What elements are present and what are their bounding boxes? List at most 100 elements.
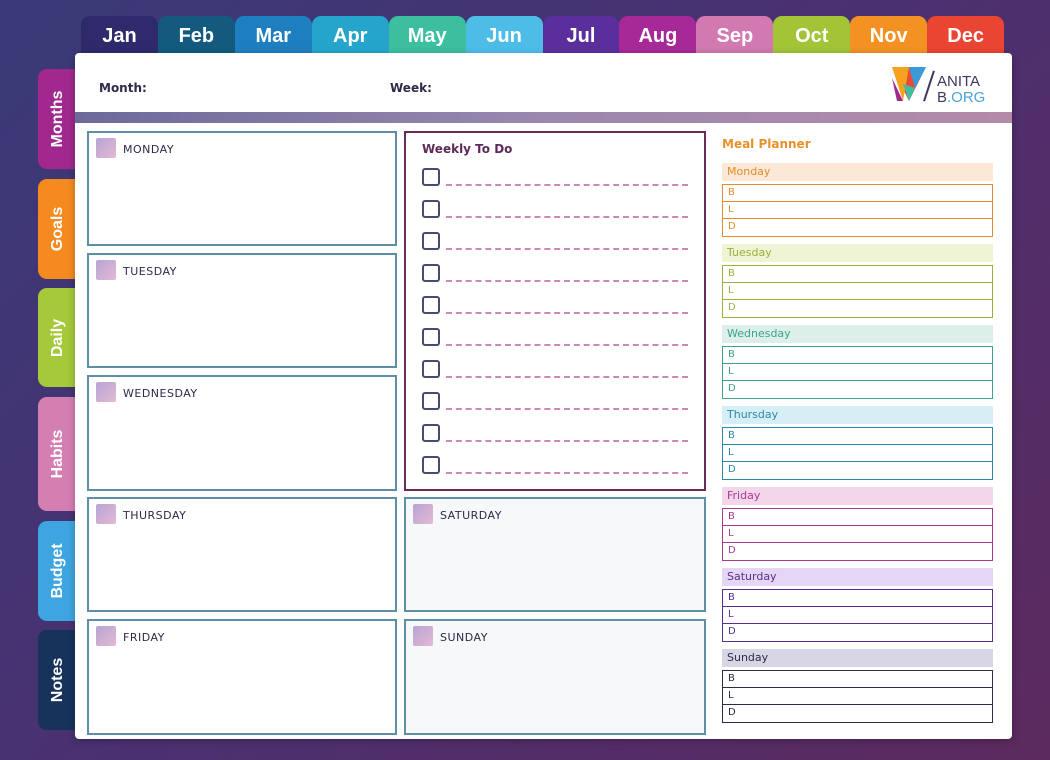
todo-checkbox[interactable] xyxy=(422,200,440,218)
logo-mark-icon xyxy=(892,67,926,101)
todo-item xyxy=(422,200,688,220)
day-label: MONDAY xyxy=(123,143,175,156)
day-box-saturday[interactable]: SATURDAY xyxy=(404,497,706,612)
todo-line[interactable] xyxy=(446,408,688,410)
day-checkbox[interactable] xyxy=(96,504,116,524)
meal-row[interactable]: B xyxy=(723,509,992,526)
todo-checkbox[interactable] xyxy=(422,264,440,282)
meal-rows: BLD xyxy=(722,346,993,399)
meal-label: D xyxy=(728,626,736,637)
todo-item xyxy=(422,296,688,316)
tab-aug[interactable]: Aug xyxy=(619,16,697,56)
tab-jan[interactable]: Jan xyxy=(81,16,158,56)
meal-row[interactable]: D xyxy=(723,705,992,722)
day-checkbox[interactable] xyxy=(96,260,116,280)
todo-checkbox[interactable] xyxy=(422,232,440,250)
tab-apr[interactable]: Apr xyxy=(311,16,389,56)
todo-checkbox[interactable] xyxy=(422,360,440,378)
meal-day-wednesday: Wednesday B L D xyxy=(722,325,993,399)
todo-checkbox[interactable] xyxy=(422,424,440,442)
day-checkbox[interactable] xyxy=(413,504,433,524)
day-box-wednesday[interactable]: WEDNESDAY xyxy=(87,375,397,491)
day-box-sunday[interactable]: SUNDAY xyxy=(404,619,706,735)
tab-dec[interactable]: Dec xyxy=(927,16,1005,56)
meal-row[interactable]: L xyxy=(723,364,992,381)
meal-label: D xyxy=(728,707,736,718)
day-box-friday[interactable]: FRIDAY xyxy=(87,619,397,735)
meal-row[interactable]: D xyxy=(723,381,992,398)
todo-checkbox[interactable] xyxy=(422,456,440,474)
todo-line[interactable] xyxy=(446,184,688,186)
tab-may[interactable]: May xyxy=(388,16,466,56)
side-tab-daily[interactable]: Daily xyxy=(38,288,78,387)
meal-row[interactable]: D xyxy=(723,462,992,479)
meal-rows: BLD xyxy=(722,184,993,237)
tab-mar[interactable]: Mar xyxy=(234,16,312,56)
todo-line[interactable] xyxy=(446,376,688,378)
meal-row[interactable]: L xyxy=(723,607,992,624)
meal-row[interactable]: D xyxy=(723,219,992,236)
todo-line[interactable] xyxy=(446,248,688,250)
day-checkbox[interactable] xyxy=(96,382,116,402)
day-box-thursday[interactable]: THURSDAY xyxy=(87,497,397,612)
meal-row[interactable]: D xyxy=(723,300,992,317)
meal-day-monday: Monday B L D xyxy=(722,163,993,237)
meal-row[interactable]: B xyxy=(723,428,992,445)
day-checkbox[interactable] xyxy=(96,138,116,158)
meal-row[interactable]: D xyxy=(723,543,992,560)
meal-row[interactable]: B xyxy=(723,266,992,283)
todo-line[interactable] xyxy=(446,216,688,218)
meal-row[interactable]: L xyxy=(723,202,992,219)
todo-line[interactable] xyxy=(446,312,688,314)
meal-rows: BLD xyxy=(722,589,993,642)
side-tab-label: Months xyxy=(49,90,66,148)
tab-oct[interactable]: Oct xyxy=(773,16,851,56)
day-checkbox[interactable] xyxy=(413,626,433,646)
meal-day-label: Thursday xyxy=(722,406,993,424)
side-tab-goals[interactable]: Goals xyxy=(38,179,78,279)
meal-row[interactable]: B xyxy=(723,347,992,364)
meal-row[interactable]: B xyxy=(723,671,992,688)
todo-item xyxy=(422,264,688,284)
tab-jun[interactable]: Jun xyxy=(465,16,543,56)
meal-row[interactable]: B xyxy=(723,590,992,607)
meal-label: L xyxy=(728,447,734,458)
day-box-monday[interactable]: MONDAY xyxy=(87,131,397,246)
meal-row[interactable]: B xyxy=(723,185,992,202)
week-label: Week: xyxy=(390,81,432,95)
side-tab-label: Daily xyxy=(49,318,66,357)
todo-checkbox[interactable] xyxy=(422,328,440,346)
todo-line[interactable] xyxy=(446,344,688,346)
day-box-tuesday[interactable]: TUESDAY xyxy=(87,253,397,368)
todo-line[interactable] xyxy=(446,280,688,282)
meal-label: L xyxy=(728,690,734,701)
todo-line[interactable] xyxy=(446,440,688,442)
meal-row[interactable]: L xyxy=(723,283,992,300)
tab-nov[interactable]: Nov xyxy=(850,16,928,56)
meal-row[interactable]: L xyxy=(723,445,992,462)
meal-row[interactable]: L xyxy=(723,688,992,705)
todo-checkbox[interactable] xyxy=(422,168,440,186)
meal-label: D xyxy=(728,545,736,556)
meal-row[interactable]: L xyxy=(723,526,992,543)
meal-label: B xyxy=(728,349,735,360)
side-tab-months[interactable]: Months xyxy=(38,69,78,169)
todo-checkbox[interactable] xyxy=(422,392,440,410)
side-tab-habits[interactable]: Habits xyxy=(38,397,78,511)
meal-label: D xyxy=(728,464,736,475)
todo-line[interactable] xyxy=(446,472,688,474)
side-tab-budget[interactable]: Budget xyxy=(38,521,78,621)
meal-day-label: Monday xyxy=(722,163,993,181)
meal-label: D xyxy=(728,221,736,232)
tab-feb[interactable]: Feb xyxy=(157,16,235,56)
day-label: THURSDAY xyxy=(123,509,187,522)
tab-jul[interactable]: Jul xyxy=(542,16,620,56)
todo-item xyxy=(422,456,688,476)
meal-day-label: Saturday xyxy=(722,568,993,586)
side-tab-notes[interactable]: Notes xyxy=(38,630,78,730)
todo-checkbox[interactable] xyxy=(422,296,440,314)
meal-row[interactable]: D xyxy=(723,624,992,641)
tab-sep[interactable]: Sep xyxy=(696,16,774,56)
meal-rows: BLD xyxy=(722,670,993,723)
day-checkbox[interactable] xyxy=(96,626,116,646)
